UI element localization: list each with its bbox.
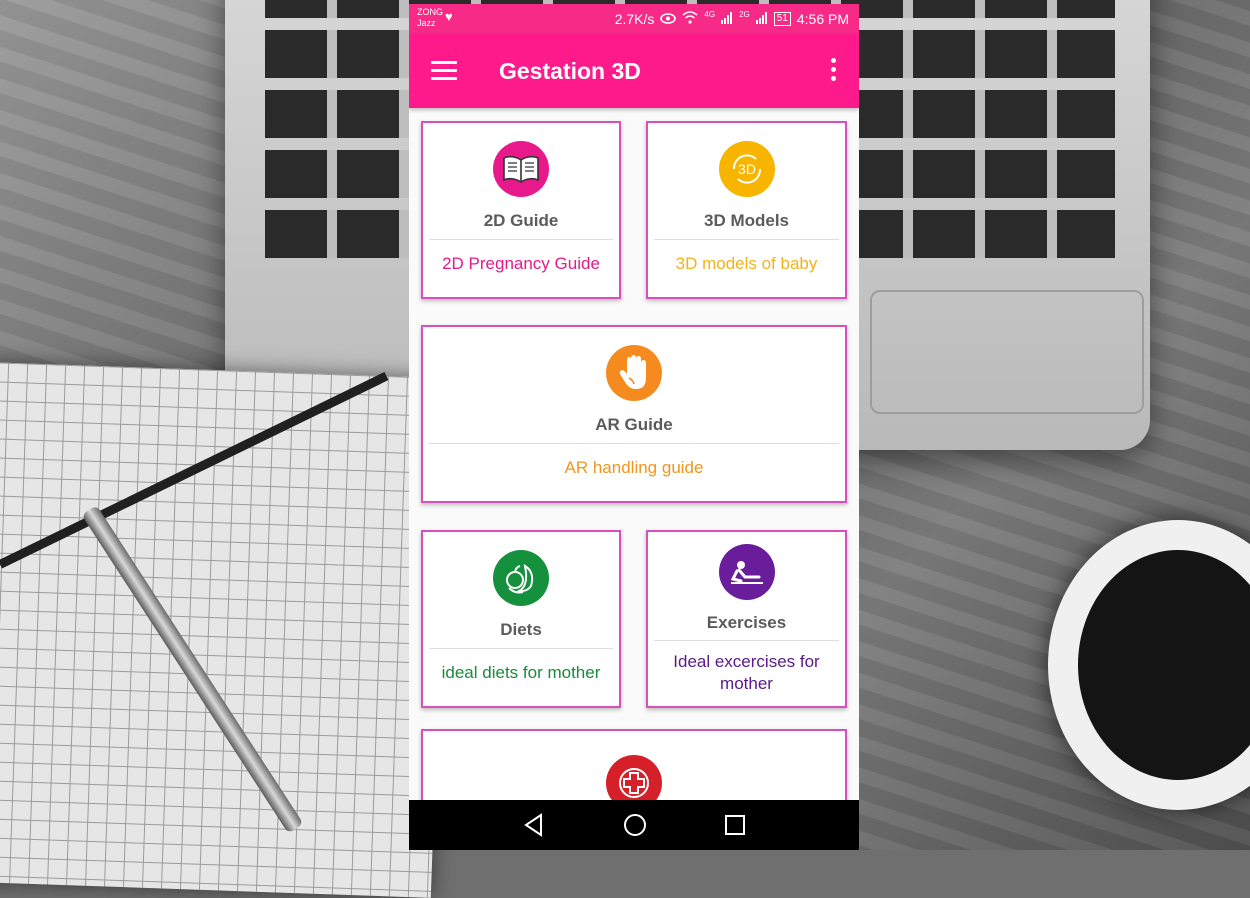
card-subtitle: 3D models of baby xyxy=(675,254,818,273)
signal-4g-icon: 4G xyxy=(704,9,716,19)
system-navigation-bar xyxy=(409,800,859,850)
card-divider xyxy=(654,239,839,240)
card-subtitle: Ideal excercises for mother xyxy=(673,652,820,693)
health-heart-icon: ♥ xyxy=(445,9,453,24)
open-book-icon xyxy=(493,141,549,197)
status-indicators: 2.7K/s 4G 2G 51 4:56 PM xyxy=(614,9,849,28)
status-bar: ZONG Jazz ♥ 2.7K/s 4G 2G 51 4:56 PM xyxy=(409,4,859,34)
card-exercises[interactable]: Exercises Ideal excercises for mother xyxy=(646,530,847,708)
card-divider xyxy=(429,443,839,444)
card-divider xyxy=(654,640,839,641)
card-3d-models[interactable]: 3D 3D Models 3D models of baby xyxy=(646,121,847,299)
card-title: 3D Models xyxy=(703,211,790,230)
coffee-cup-image xyxy=(1048,520,1250,810)
phone-screen: ZONG Jazz ♥ 2.7K/s 4G 2G 51 4:56 PM Gest… xyxy=(409,4,859,850)
carrier-label: ZONG Jazz xyxy=(417,7,443,29)
carrier-line-2: Jazz xyxy=(417,18,436,28)
signal-2g-icon: 2G xyxy=(739,9,750,19)
card-title: Diets xyxy=(500,620,542,639)
wifi-icon xyxy=(682,11,698,27)
card-title: Exercises xyxy=(706,613,787,632)
hamburger-menu-icon[interactable] xyxy=(431,61,457,81)
back-icon[interactable] xyxy=(523,813,545,842)
card-divider xyxy=(429,648,613,649)
card-ar-guide[interactable]: AR Guide AR handling guide xyxy=(421,325,847,503)
card-subtitle: 2D Pregnancy Guide xyxy=(442,254,600,273)
app-toolbar: Gestation 3D xyxy=(409,34,859,108)
card-subtitle: AR handling guide xyxy=(564,458,704,477)
hand-icon xyxy=(606,345,662,401)
vegetables-icon xyxy=(493,550,549,606)
exercise-icon xyxy=(718,544,775,600)
card-divider xyxy=(429,239,613,240)
svg-text:3D: 3D xyxy=(738,161,756,177)
app-title: Gestation 3D xyxy=(499,58,641,84)
clock: 4:56 PM xyxy=(796,11,849,27)
eye-icon xyxy=(660,11,677,27)
card-diets[interactable]: Diets ideal diets for mother xyxy=(421,530,621,708)
signal-bars-icon xyxy=(721,11,733,27)
overflow-menu-icon[interactable] xyxy=(831,58,837,84)
recents-icon[interactable] xyxy=(724,813,746,842)
dashboard-grid: 2D Guide 2D Pregnancy Guide 3D 3D Models… xyxy=(409,108,859,850)
card-title: AR Guide xyxy=(595,415,673,434)
3d-rotate-icon: 3D xyxy=(718,141,775,197)
notebook-image xyxy=(0,362,449,898)
home-icon[interactable] xyxy=(623,813,647,842)
network-speed: 2.7K/s xyxy=(614,11,655,27)
card-subtitle: ideal diets for mother xyxy=(441,663,601,682)
card-2d-guide[interactable]: 2D Guide 2D Pregnancy Guide xyxy=(421,121,621,299)
carrier-line-1: ZONG xyxy=(417,7,443,17)
signal-bars-2-icon xyxy=(755,11,768,27)
battery-icon: 51 xyxy=(773,12,791,26)
trackpad-image xyxy=(870,290,1144,414)
card-title: 2D Guide xyxy=(483,211,559,230)
